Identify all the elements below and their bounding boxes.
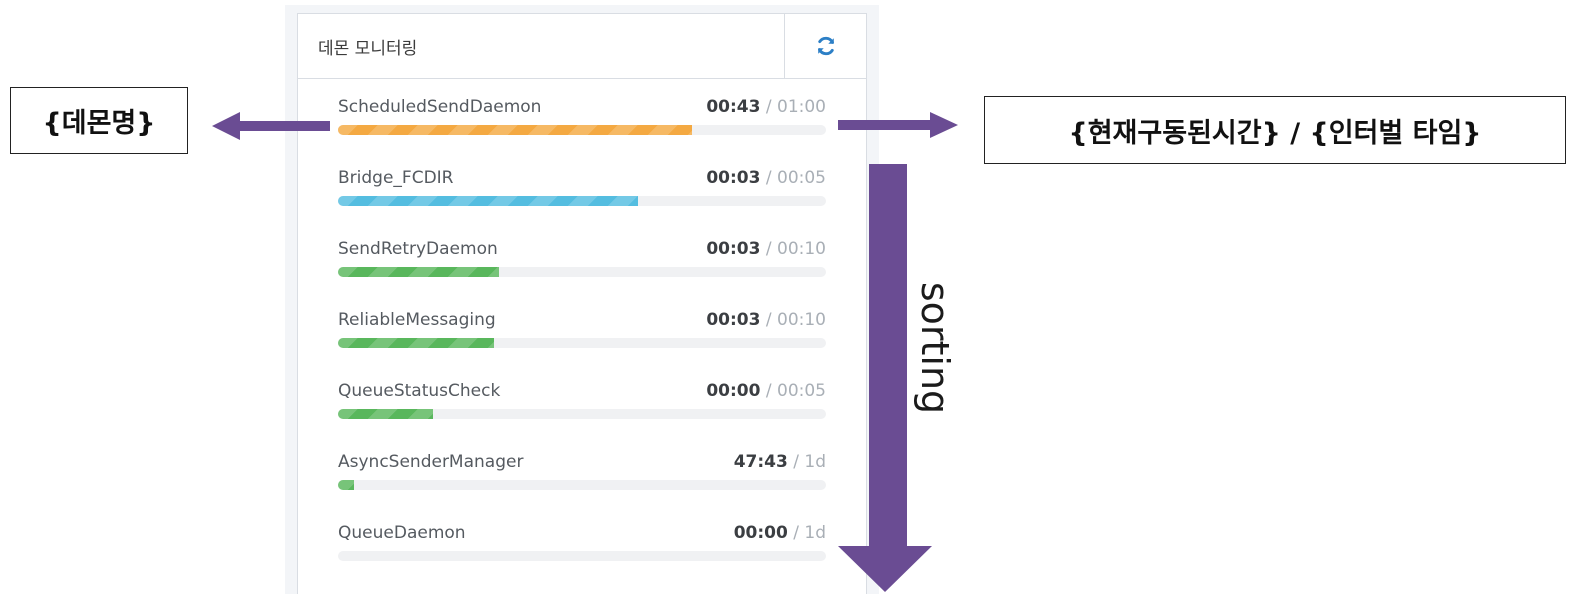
- progress-fill: [338, 267, 500, 277]
- daemon-current-time: 00:00: [706, 381, 761, 401]
- refresh-button[interactable]: [784, 14, 866, 78]
- daemon-name: SendRetryDaemon: [338, 239, 498, 259]
- daemon-time: 00:00 / 00:05: [706, 381, 826, 401]
- daemon-row: ReliableMessaging 00:03 / 00:10: [338, 310, 826, 360]
- right-arrow: [838, 112, 958, 138]
- daemon-name: ReliableMessaging: [338, 310, 496, 330]
- daemon-row: QueueDaemon 00:00 / 1d: [338, 523, 826, 573]
- panel-header: 데몬 모니터링: [298, 14, 866, 79]
- daemon-name: AsyncSenderManager: [338, 452, 524, 472]
- progress-fill: [338, 480, 354, 490]
- daemon-current-time: 00:00: [733, 523, 788, 543]
- left-arrow: [212, 112, 330, 140]
- progress-track: [338, 551, 826, 561]
- daemon-row: QueueStatusCheck 00:00 / 00:05: [338, 381, 826, 431]
- daemon-monitor-panel: 데몬 모니터링 ScheduledSendDaemon 00:43 / 01:00…: [297, 13, 867, 594]
- daemon-time: 00:03 / 00:10: [706, 310, 826, 330]
- daemon-time: 00:00 / 1d: [734, 523, 826, 543]
- progress-track: [338, 338, 826, 348]
- refresh-icon: [817, 36, 834, 56]
- daemon-interval: 01:00: [777, 97, 826, 117]
- progress-track: [338, 125, 826, 135]
- sorting-label: sorting: [913, 281, 957, 415]
- daemon-row: AsyncSenderManager 47:43 / 1d: [338, 452, 826, 502]
- daemon-interval: 00:10: [777, 310, 826, 330]
- daemon-interval: 00:05: [777, 381, 826, 401]
- progress-track: [338, 196, 826, 206]
- daemon-time: 47:43 / 1d: [734, 452, 826, 472]
- daemon-time: 00:03 / 00:10: [706, 239, 826, 259]
- daemon-interval: 00:05: [777, 168, 826, 188]
- daemon-row: SendRetryDaemon 00:03 / 00:10: [338, 239, 826, 289]
- daemon-name: QueueStatusCheck: [338, 381, 501, 401]
- time-separator: /: [760, 381, 777, 401]
- daemon-name-label: {데몬명}: [10, 87, 188, 154]
- daemon-current-time: 00:43: [706, 97, 761, 117]
- progress-track: [338, 409, 826, 419]
- time-separator: /: [760, 168, 777, 188]
- daemon-interval: 1d: [804, 452, 826, 472]
- time-separator: /: [787, 523, 805, 543]
- progress-fill: [338, 409, 434, 419]
- daemon-current-time: 00:03: [706, 310, 761, 330]
- progress-track: [338, 267, 826, 277]
- daemon-name: QueueDaemon: [338, 523, 466, 543]
- daemon-time: 00:03 / 00:05: [706, 168, 826, 188]
- time-separator: /: [760, 239, 777, 259]
- daemon-name: Bridge_FCDIR: [338, 168, 454, 188]
- progress-track: [338, 480, 826, 490]
- daemon-current-time: 47:43: [733, 452, 788, 472]
- progress-fill: [338, 196, 639, 206]
- time-separator: /: [760, 310, 777, 330]
- daemon-name: ScheduledSendDaemon: [338, 97, 542, 117]
- daemon-row: ScheduledSendDaemon 00:43 / 01:00: [338, 97, 826, 147]
- time-separator: /: [760, 97, 777, 117]
- progress-fill: [338, 338, 495, 348]
- daemon-row: Bridge_FCDIR 00:03 / 00:05: [338, 168, 826, 218]
- time-interval-label: {현재구동된시간} / {인터벌 타임}: [984, 96, 1566, 164]
- time-separator: /: [787, 452, 805, 472]
- daemon-interval: 00:10: [777, 239, 826, 259]
- daemon-current-time: 00:03: [706, 239, 761, 259]
- progress-fill: [338, 125, 692, 135]
- daemon-time: 00:43 / 01:00: [706, 97, 826, 117]
- panel-title: 데몬 모니터링: [318, 39, 418, 59]
- daemon-current-time: 00:03: [706, 168, 761, 188]
- daemon-interval: 1d: [804, 523, 826, 543]
